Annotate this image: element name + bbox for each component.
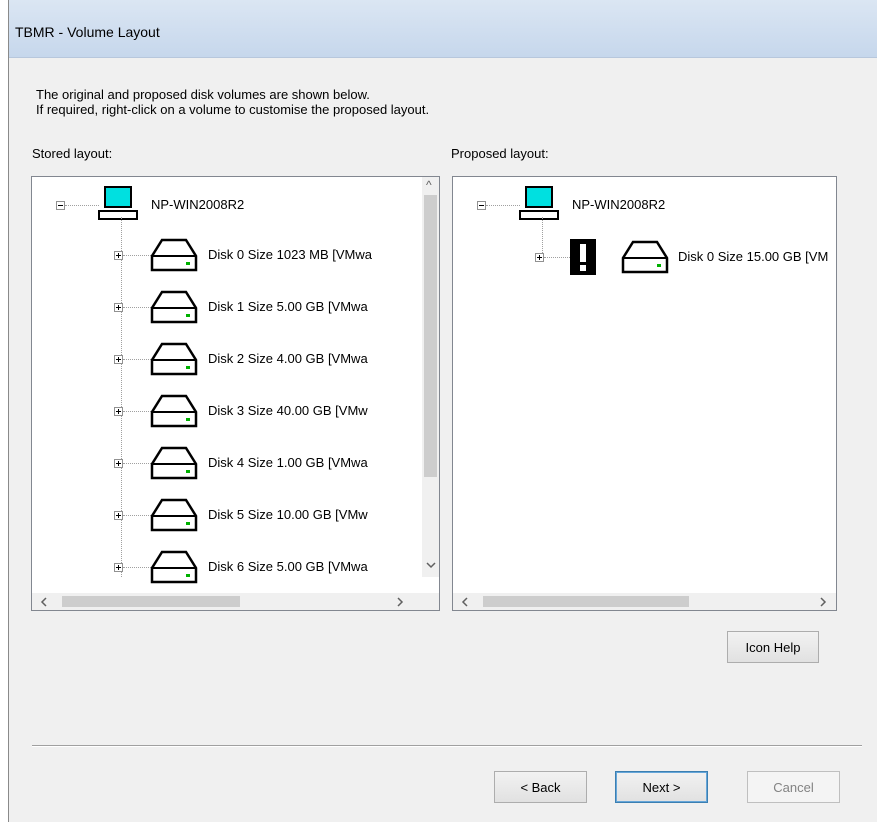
- icon-help-button[interactable]: Icon Help: [727, 631, 819, 663]
- expand-icon[interactable]: [114, 563, 123, 572]
- expand-icon[interactable]: [535, 253, 544, 262]
- expand-icon[interactable]: [114, 355, 123, 364]
- proposed-layout-label: Proposed layout:: [451, 146, 549, 161]
- expand-icon[interactable]: [114, 407, 123, 416]
- intro-line-2: If required, right-click on a volume to …: [36, 102, 430, 117]
- scroll-left-icon[interactable]: [40, 597, 48, 607]
- stored-disk-label: Disk 1 Size 5.00 GB [VMwa: [208, 299, 368, 314]
- stored-vertical-scrollbar[interactable]: ^: [422, 177, 439, 577]
- stored-hscroll-thumb[interactable]: [62, 596, 240, 607]
- expand-icon[interactable]: [114, 303, 123, 312]
- expand-icon[interactable]: [114, 511, 123, 520]
- proposed-hscroll-thumb[interactable]: [483, 596, 689, 607]
- stored-horizontal-scrollbar[interactable]: [32, 593, 424, 610]
- intro-text: The original and proposed disk volumes a…: [36, 87, 429, 117]
- scroll-left-icon[interactable]: [461, 597, 469, 607]
- proposed-disk-label: Disk 0 Size 15.00 GB [VM: [678, 249, 829, 264]
- proposed-root-label: NP-WIN2008R2: [572, 197, 666, 212]
- stored-disk-label: Disk 5 Size 10.00 GB [VMw: [208, 507, 368, 522]
- scroll-right-icon[interactable]: [396, 597, 404, 607]
- stored-disk-label: Disk 2 Size 4.00 GB [VMwa: [208, 351, 368, 366]
- intro-line-1: The original and proposed disk volumes a…: [36, 87, 370, 102]
- stored-layout-tree[interactable]: NP-WIN2008R2 Disk 0 Size 1023 MB [VMwa Di…: [31, 176, 440, 611]
- stored-disk-label: Disk 0 Size 1023 MB [VMwa: [208, 247, 373, 262]
- scroll-up-icon[interactable]: ^: [426, 177, 432, 194]
- hard-disk-icon: [621, 240, 669, 274]
- hard-disk-icon: [150, 342, 198, 376]
- window-title: TBMR - Volume Layout: [15, 24, 160, 40]
- hard-disk-icon: [150, 550, 198, 584]
- expand-icon[interactable]: [114, 251, 123, 260]
- stored-root-label: NP-WIN2008R2: [151, 197, 245, 212]
- scroll-right-icon[interactable]: [819, 597, 827, 607]
- volume-layout-dialog: TBMR - Volume Layout The original and pr…: [8, 0, 877, 822]
- stored-disk-label: Disk 4 Size 1.00 GB [VMwa: [208, 455, 368, 470]
- hard-disk-icon: [150, 394, 198, 428]
- hard-disk-icon: [150, 446, 198, 480]
- title-bar: TBMR - Volume Layout: [9, 0, 877, 58]
- back-button[interactable]: < Back: [494, 771, 587, 803]
- computer-icon: [98, 186, 138, 220]
- footer-divider: [32, 745, 862, 747]
- computer-icon: [519, 186, 559, 220]
- stored-disk-label: Disk 6 Size 5.00 GB [VMwa: [208, 559, 368, 574]
- warning-icon: [570, 239, 596, 275]
- cancel-button[interactable]: Cancel: [747, 771, 840, 803]
- stored-vscroll-thumb[interactable]: [424, 195, 437, 477]
- expand-icon[interactable]: [114, 459, 123, 468]
- stored-layout-label: Stored layout:: [32, 146, 113, 161]
- proposed-layout-tree[interactable]: NP-WIN2008R2 Disk 0 Size 15.00 GB [VM: [452, 176, 837, 611]
- stored-disk-label: Disk 3 Size 40.00 GB [VMw: [208, 403, 368, 418]
- hard-disk-icon: [150, 290, 198, 324]
- proposed-horizontal-scrollbar[interactable]: [453, 593, 836, 610]
- next-button[interactable]: Next >: [615, 771, 708, 803]
- collapse-icon[interactable]: [56, 201, 65, 210]
- collapse-icon[interactable]: [477, 201, 486, 210]
- scroll-down-icon[interactable]: [426, 561, 436, 569]
- hard-disk-icon: [150, 498, 198, 532]
- hard-disk-icon: [150, 238, 198, 272]
